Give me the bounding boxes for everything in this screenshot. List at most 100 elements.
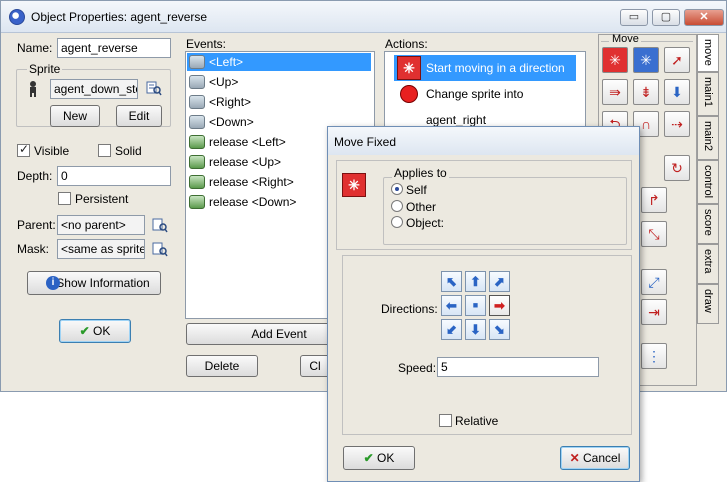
tab-label: draw [702, 289, 714, 313]
speed-label: Speed: [398, 361, 437, 375]
move-towards-icon[interactable]: ➚ [664, 47, 690, 73]
persistent-label: Persistent [75, 192, 129, 206]
event-item[interactable]: <Right> [187, 93, 371, 111]
direction-stop-button[interactable]: ■ [465, 295, 486, 316]
other-radio[interactable] [391, 200, 403, 212]
path-icon[interactable]: ⋮ [641, 343, 667, 369]
dialog-ok-button[interactable]: ✔ OK [343, 446, 415, 470]
ok-button[interactable]: ✔ OK [59, 319, 131, 343]
name-label: Name: [17, 41, 53, 55]
keyboard-icon [189, 115, 205, 129]
event-label: <Up> [209, 75, 239, 89]
sprite-figure-icon [27, 81, 39, 97]
speed-input[interactable]: 5 [437, 357, 599, 377]
edit-sprite-button[interactable]: Edit [116, 105, 162, 127]
new-sprite-button[interactable]: New [50, 105, 100, 127]
tab-label: move [702, 39, 714, 66]
checkmark-icon: ✔ [79, 324, 90, 338]
tab-main2[interactable]: main2 [697, 116, 719, 160]
direction-right-button[interactable]: ➡ [489, 295, 510, 316]
jump-random-icon[interactable]: ↻ [664, 155, 690, 181]
tab-draw[interactable]: draw [697, 284, 719, 324]
direction-up-right-button[interactable]: ⬈ [489, 271, 510, 292]
tab-label: main2 [702, 121, 714, 151]
relative-checkbox[interactable] [439, 414, 452, 427]
directions-label: Directions: [381, 302, 438, 316]
object-label: Object: [406, 216, 445, 230]
self-radio[interactable] [391, 183, 403, 195]
event-item[interactable]: <Left> [187, 53, 371, 71]
change-event-button[interactable]: Cl [300, 355, 330, 377]
close-button[interactable]: ✕ [684, 9, 724, 26]
sprite-browse-icon[interactable] [146, 80, 162, 96]
dialog-cancel-button[interactable]: ✕ Cancel [560, 446, 630, 470]
applies-to-label: Applies to [392, 166, 449, 180]
sprite-select[interactable]: agent_down_stop [50, 79, 138, 99]
key-release-icon [189, 195, 205, 209]
tab-move[interactable]: move [697, 34, 719, 72]
self-label: Self [406, 183, 427, 197]
move-fixed-dialog: Move Fixed ✳ Applies to Self Other Objec… [327, 126, 640, 482]
show-information-button[interactable]: i Show Information [27, 271, 161, 295]
event-label: release <Left> [209, 135, 286, 149]
action-item-sprite[interactable]: Change sprite into agent_right [394, 81, 576, 127]
direction-down-button[interactable]: ⬇ [465, 319, 486, 340]
move-fixed-palette-icon[interactable]: ✳ [602, 47, 628, 73]
direction-down-right-button[interactable]: ⬊ [489, 319, 510, 340]
key-release-icon [189, 155, 205, 169]
direction-up-left-button[interactable]: ⬉ [441, 271, 462, 292]
action-item-move[interactable]: ✳ Start moving in a direction [394, 55, 576, 81]
keyboard-icon [189, 95, 205, 109]
direction-down-left-button[interactable]: ⬋ [441, 319, 462, 340]
speed-vertical-icon[interactable]: ⇟ [633, 79, 659, 105]
name-input[interactable]: agent_reverse [57, 38, 171, 58]
key-release-icon [189, 135, 205, 149]
cancel-x-icon: ✕ [569, 451, 580, 465]
mask-select[interactable]: <same as sprite> [57, 239, 145, 259]
direction-left-button[interactable]: ⬅ [441, 295, 462, 316]
direction-up-button[interactable]: ⬆ [465, 271, 486, 292]
mask-label: Mask: [17, 242, 50, 256]
object-radio[interactable] [391, 216, 403, 228]
other-label: Other [406, 200, 437, 214]
dialog-title: Move Fixed [334, 135, 397, 149]
move-fixed-dialog-icon: ✳ [342, 173, 366, 197]
persistent-checkbox[interactable] [58, 192, 71, 205]
visible-checkbox[interactable] [17, 142, 30, 157]
tab-score[interactable]: score [697, 204, 719, 244]
wrap-screen-icon[interactable]: ⤢ [641, 269, 667, 295]
action-label: Start moving in a direction [426, 61, 565, 75]
maximize-button[interactable]: ▢ [652, 9, 680, 26]
jump-start-icon[interactable]: ↱ [641, 187, 667, 213]
depth-input[interactable]: 0 [57, 166, 171, 186]
parameters-panel [342, 255, 632, 435]
dialog-cancel-label: Cancel [583, 451, 621, 465]
tab-control[interactable]: control [697, 160, 719, 204]
keyboard-icon [189, 75, 205, 89]
show-information-label: Show Information [56, 276, 150, 290]
parent-browse-icon[interactable] [152, 217, 168, 233]
mask-browse-icon[interactable] [152, 241, 168, 257]
tab-label: extra [702, 249, 714, 274]
friction-icon[interactable]: ⇢ [664, 111, 690, 137]
tab-main1[interactable]: main1 [697, 72, 719, 116]
solid-checkbox[interactable] [98, 144, 111, 157]
speed-horizontal-icon[interactable]: ⇛ [602, 79, 628, 105]
events-label: Events: [186, 37, 227, 51]
minimize-button[interactable]: ▭ [620, 9, 648, 26]
event-item[interactable]: <Up> [187, 73, 371, 91]
palette-divider [601, 41, 609, 42]
palette-group-label: Move [612, 33, 639, 45]
snap-grid-icon[interactable]: ⤡ [641, 221, 667, 247]
delete-event-button[interactable]: Delete [186, 355, 258, 377]
event-label: <Right> [209, 95, 252, 109]
gravity-icon[interactable]: ⬇ [664, 79, 690, 105]
sprite-group-label: Sprite [27, 62, 63, 76]
parent-select[interactable]: <no parent> [57, 215, 145, 235]
actions-label: Actions: [385, 37, 428, 51]
move-contact-icon[interactable]: ⇥ [641, 299, 667, 325]
tab-extra[interactable]: extra [697, 244, 719, 284]
solid-label: Solid [115, 144, 142, 158]
event-label: <Down> [209, 115, 254, 129]
move-free-palette-icon[interactable]: ✳ [633, 47, 659, 73]
